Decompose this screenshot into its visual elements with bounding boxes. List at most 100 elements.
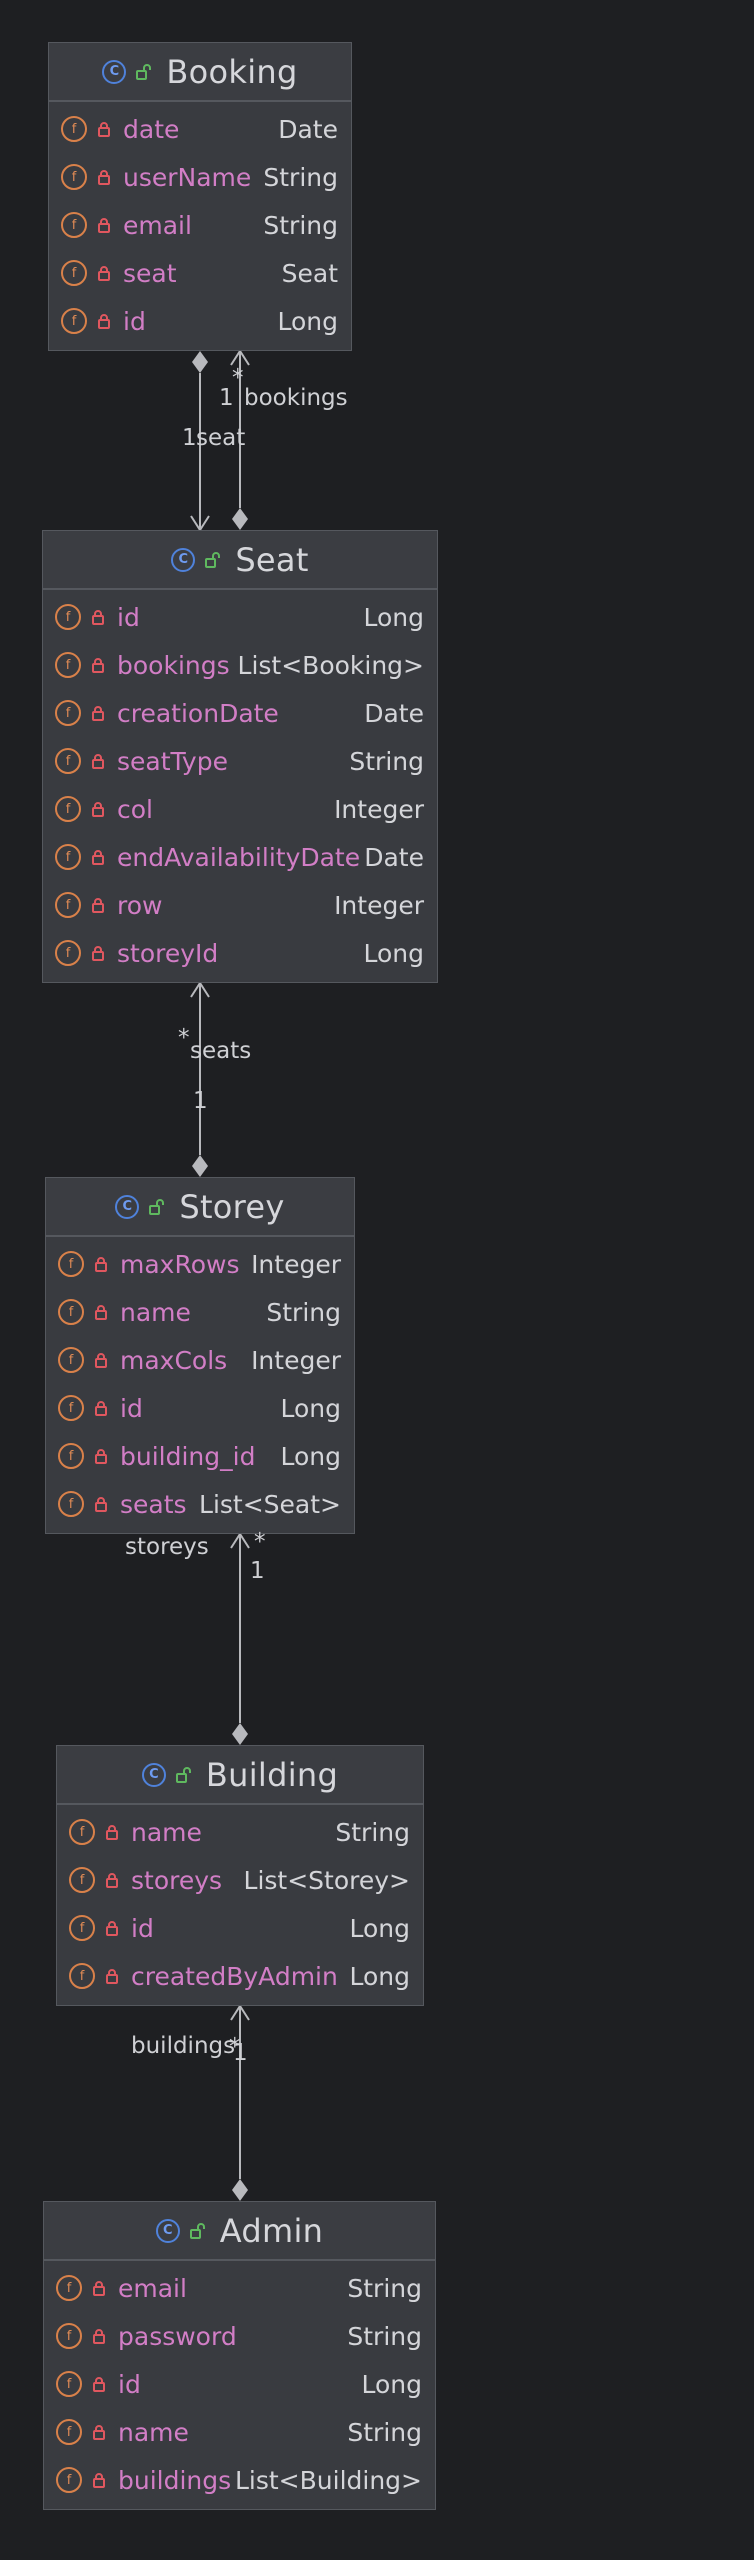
field-f-icon: f [61, 116, 87, 142]
field-type: Integer [251, 1345, 341, 1375]
field-name: col [117, 794, 153, 824]
field-name: seatType [117, 746, 228, 776]
field-row-name[interactable]: f name String [46, 1288, 354, 1336]
field-row-name[interactable]: f name String [57, 1808, 423, 1856]
class-name: Booking [166, 52, 298, 91]
field-name: bookings [117, 650, 230, 680]
field-row-buildings[interactable]: f buildings List<Building> [44, 2456, 435, 2504]
field-row-creationDate[interactable]: f creationDate Date [43, 689, 437, 737]
field-f-icon: f [61, 164, 87, 190]
class-name: Admin [219, 2211, 324, 2250]
lock-icon [94, 1304, 108, 1320]
class-header[interactable]: C Seat [43, 531, 437, 590]
class-box-booking[interactable]: C Booking f date Date f userName String f email St… [48, 42, 352, 351]
class-box-storey[interactable]: C Storey f maxRows Integer f name String f maxCol… [45, 1177, 355, 1534]
field-name: createdByAdmin [131, 1961, 338, 1991]
field-f-icon: f [61, 260, 87, 286]
field-type: Long [349, 1961, 411, 1991]
class-c-icon: C [115, 1194, 140, 1219]
lock-icon [94, 1400, 108, 1416]
field-f-icon: f [69, 1915, 95, 1941]
composition-diamond-seat [232, 508, 248, 530]
field-f-icon: f [56, 2323, 82, 2349]
field-row-maxRows[interactable]: f maxRows Integer [46, 1240, 354, 1288]
class-name: Building [205, 1755, 339, 1794]
field-type: Date [364, 842, 424, 872]
field-row-name[interactable]: f name String [44, 2408, 435, 2456]
field-f-icon: f [58, 1491, 84, 1517]
field-row-maxCols[interactable]: f maxCols Integer [46, 1336, 354, 1384]
field-type: Date [278, 114, 338, 144]
field-f-icon: f [55, 796, 81, 822]
field-name: name [131, 1817, 202, 1847]
field-f-icon: f [55, 652, 81, 678]
field-type: String [347, 2321, 422, 2351]
field-name: userName [123, 162, 252, 192]
field-row-id[interactable]: f id Long [44, 2360, 435, 2408]
field-type: String [263, 162, 338, 192]
field-f-icon: f [58, 1251, 84, 1277]
field-type: Long [349, 1913, 411, 1943]
class-header[interactable]: C Storey [46, 1178, 354, 1237]
unlock-icon [189, 2222, 206, 2239]
field-type: String [335, 1817, 410, 1847]
class-box-seat[interactable]: C Seat f id Long f bookings List<Booking> f creat… [42, 530, 438, 983]
building-storeys-role-label: storeys [125, 1534, 209, 1560]
class-header[interactable]: C Admin [44, 2202, 435, 2261]
field-f-icon: f [55, 700, 81, 726]
field-f-icon: f [58, 1395, 84, 1421]
field-row-password[interactable]: f password String [44, 2312, 435, 2360]
field-name: id [117, 602, 140, 632]
lock-icon [91, 801, 105, 817]
admin-buildings-multiplicity-one-label: 1 [233, 2040, 248, 2066]
field-name: email [118, 2273, 187, 2303]
field-type: Date [364, 698, 424, 728]
field-row-seat[interactable]: f seat Seat [49, 249, 351, 297]
composition-diamond-building [232, 1723, 248, 1745]
field-f-icon: f [58, 1347, 84, 1373]
composition-diamond-admin [232, 2179, 248, 2201]
class-box-admin[interactable]: C Admin f email String f password String f id Long… [43, 2201, 436, 2510]
field-f-icon: f [56, 2275, 82, 2301]
field-f-icon: f [61, 212, 87, 238]
field-row-id[interactable]: f id Long [46, 1384, 354, 1432]
field-row-userName[interactable]: f userName String [49, 153, 351, 201]
field-type: String [347, 2417, 422, 2447]
lock-icon [97, 217, 111, 233]
field-f-icon: f [56, 2371, 82, 2397]
field-row-date[interactable]: f date Date [49, 105, 351, 153]
field-f-icon: f [55, 940, 81, 966]
field-type: String [349, 746, 424, 776]
class-header[interactable]: C Booking [49, 43, 351, 102]
field-row-id[interactable]: f id Long [49, 297, 351, 345]
field-row-id[interactable]: f id Long [43, 593, 437, 641]
class-box-building[interactable]: C Building f name String f storeys List<Storey>… [56, 1745, 424, 2006]
field-row-bookings[interactable]: f bookings List<Booking> [43, 641, 437, 689]
field-row-col[interactable]: f col Integer [43, 785, 437, 833]
field-row-seatType[interactable]: f seatType String [43, 737, 437, 785]
field-row-storeyId[interactable]: f storeyId Long [43, 929, 437, 977]
field-row-id[interactable]: f id Long [57, 1904, 423, 1952]
field-type: Integer [334, 890, 424, 920]
lock-icon [105, 1872, 119, 1888]
lock-icon [92, 2280, 106, 2296]
field-name: id [131, 1913, 154, 1943]
field-row-createdByAdmin[interactable]: f createdByAdmin Long [57, 1952, 423, 2000]
field-name: seats [120, 1489, 187, 1519]
field-row-building_id[interactable]: f building_id Long [46, 1432, 354, 1480]
field-row-email[interactable]: f email String [49, 201, 351, 249]
field-type: Long [363, 602, 425, 632]
field-name: storeys [131, 1865, 223, 1895]
field-name: endAvailabilityDate [117, 842, 361, 872]
field-row-row[interactable]: f row Integer [43, 881, 437, 929]
field-f-icon: f [69, 1819, 95, 1845]
field-f-icon: f [69, 1963, 95, 1989]
field-row-endAvailabilityDate[interactable]: f endAvailabilityDate Date [43, 833, 437, 881]
lock-icon [91, 897, 105, 913]
class-c-icon: C [171, 547, 196, 572]
field-type: List<Storey> [243, 1865, 410, 1895]
class-header[interactable]: C Building [57, 1746, 423, 1805]
field-row-email[interactable]: f email String [44, 2264, 435, 2312]
field-row-seats[interactable]: f seats List<Seat> [46, 1480, 354, 1528]
field-row-storeys[interactable]: f storeys List<Storey> [57, 1856, 423, 1904]
